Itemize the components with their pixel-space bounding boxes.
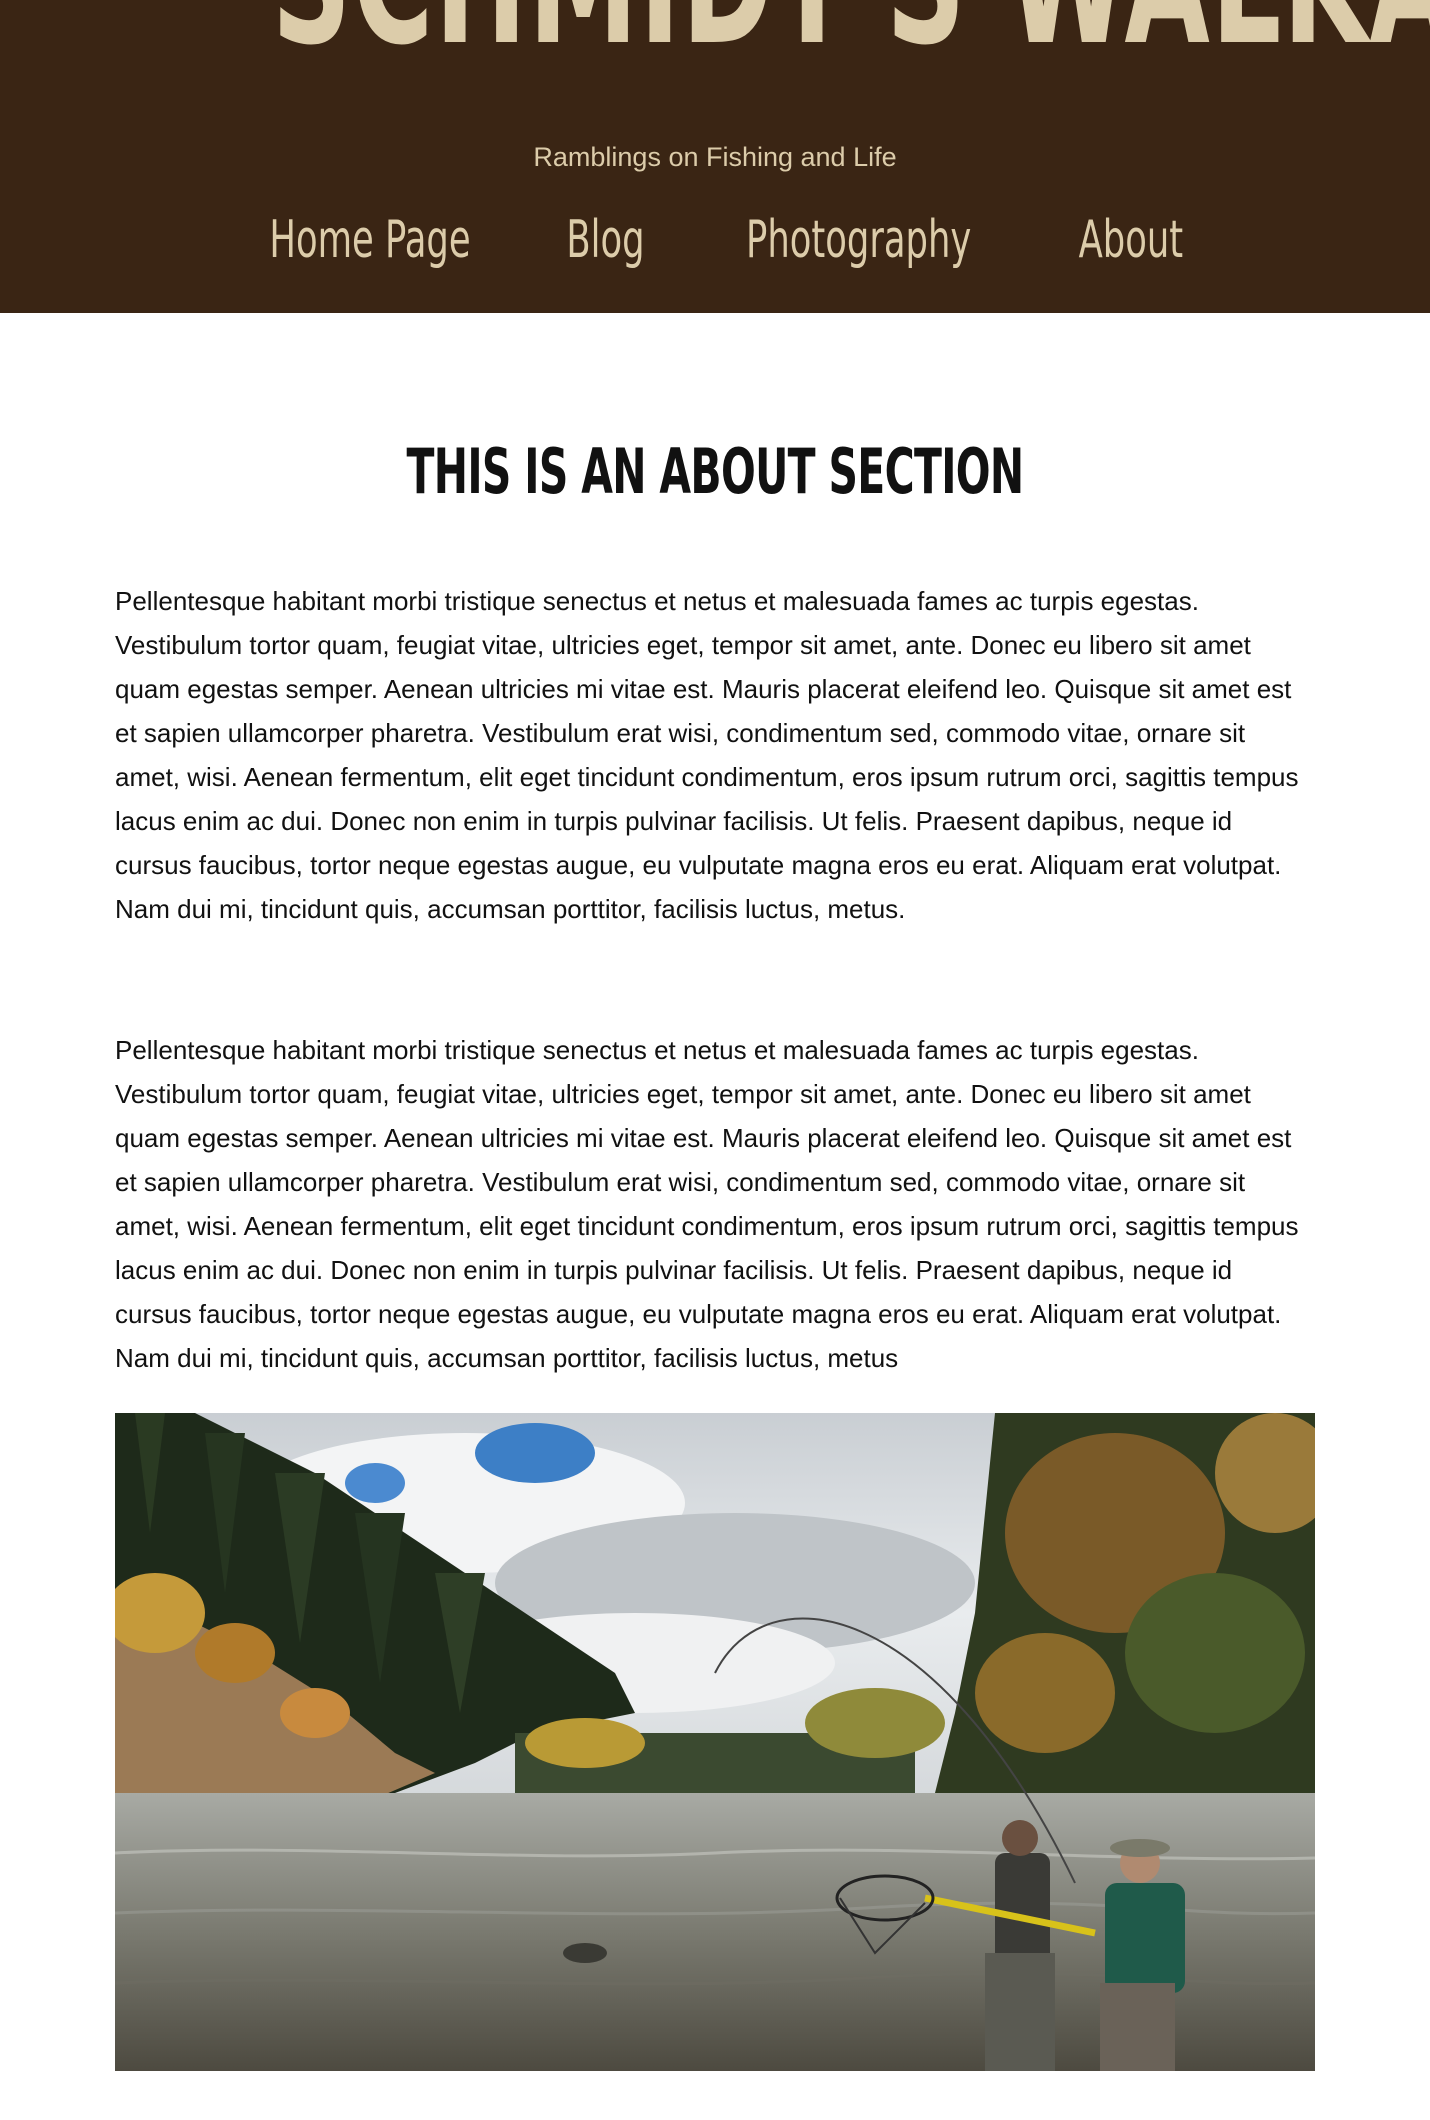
about-paragraph-1: Pellentesque habitant morbi tristique se… xyxy=(115,586,1299,925)
site-header: SCHMIDT'S WALKABOUTS Ramblings on Fishin… xyxy=(0,0,1430,313)
about-paragraph-2: Pellentesque habitant morbi tristique se… xyxy=(115,1035,1299,1374)
section-title: THIS IS AN ABOUT SECTION xyxy=(406,435,1024,508)
nav-link-blog[interactable]: Blog xyxy=(566,211,644,269)
main-content: THIS IS AN ABOUT SECTION Pellentesque ha… xyxy=(0,435,1430,2072)
fishing-photo xyxy=(115,1413,1315,2072)
main-nav: Home Page Blog Photography About xyxy=(0,211,1430,269)
nav-link-home[interactable]: Home Page xyxy=(269,211,470,269)
nav-link-photography[interactable]: Photography xyxy=(746,211,971,269)
nav-link-about[interactable]: About xyxy=(1079,211,1184,269)
site-tagline: Ramblings on Fishing and Life xyxy=(533,142,897,172)
site-title[interactable]: SCHMIDT'S WALKABOUTS xyxy=(272,0,1430,70)
